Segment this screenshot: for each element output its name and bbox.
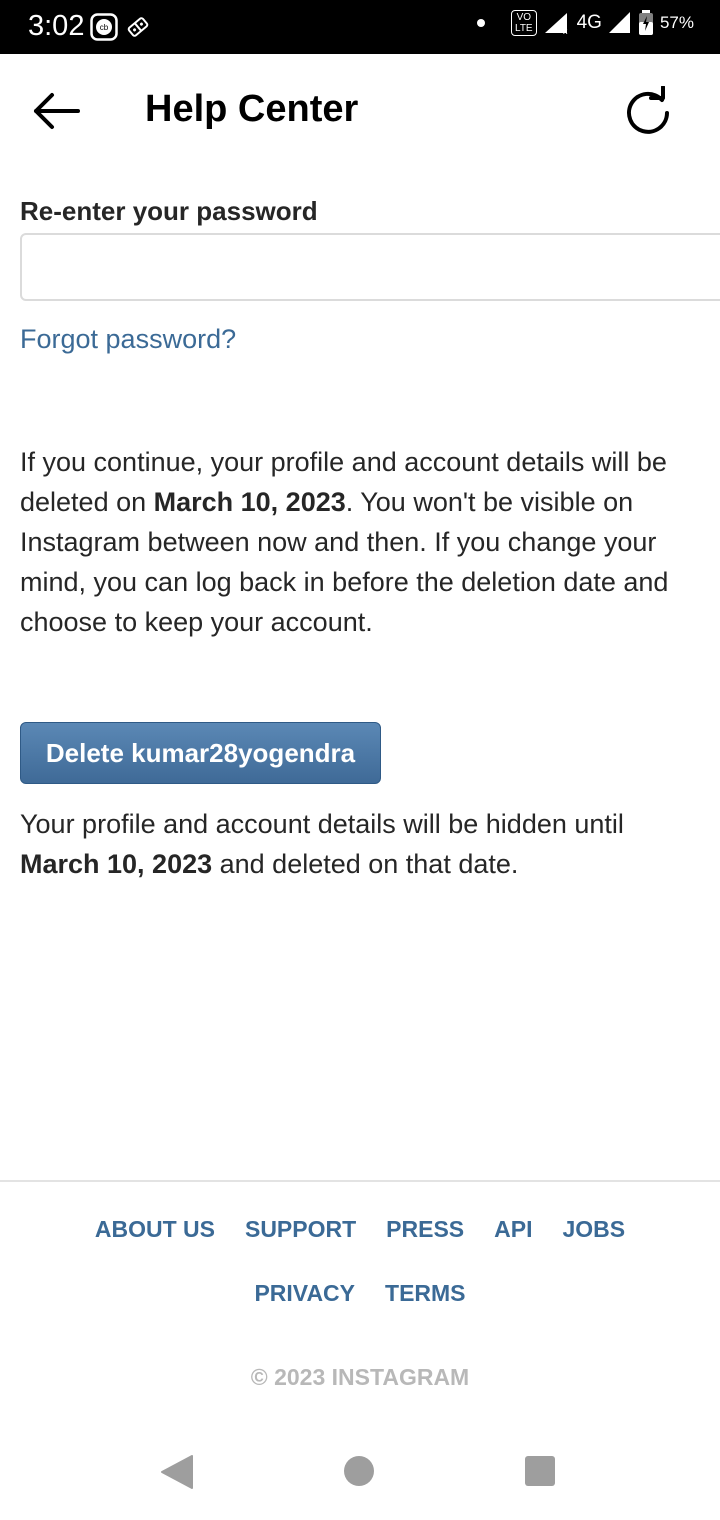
footer-link-terms[interactable]: TERMS [385, 1280, 466, 1307]
footer-links-row: PRIVACY TERMS [0, 1280, 720, 1307]
nav-recents-icon[interactable] [525, 1456, 555, 1486]
nav-back-icon[interactable] [160, 1454, 194, 1490]
hidden-until-text-part: Your profile and account details will be… [20, 809, 624, 839]
volte-icon: VO LTE [511, 10, 537, 36]
notification-dot-icon [477, 19, 485, 27]
forgot-password-link[interactable]: Forgot password? [20, 324, 236, 355]
signal-2-icon [608, 12, 630, 33]
network-type: 4G [576, 12, 602, 33]
refresh-icon [627, 85, 669, 134]
back-button[interactable] [30, 88, 82, 134]
status-right: VO LTE x 4G 57% [477, 10, 694, 36]
footer-link-jobs[interactable]: JOBS [563, 1216, 626, 1243]
dominos-notification-icon [127, 17, 149, 37]
footer-link-api[interactable]: API [494, 1216, 532, 1243]
nav-home-icon[interactable] [344, 1456, 374, 1486]
footer-link-press[interactable]: PRESS [386, 1216, 464, 1243]
password-label: Re-enter your password [20, 196, 318, 226]
hidden-until-text-part: and deleted on that date. [212, 849, 519, 879]
footer-link-privacy[interactable]: PRIVACY [254, 1280, 355, 1307]
footer-links-row: ABOUT US SUPPORT PRESS API JOBS [0, 1216, 720, 1243]
copyright-text: © 2023 INSTAGRAM [250, 1364, 470, 1390]
status-bar: 3:02 cb VO LTE x 4G 57% [0, 0, 720, 54]
footer-link-support[interactable]: SUPPORT [245, 1216, 356, 1243]
deletion-info-text: If you continue, your profile and accoun… [20, 442, 710, 642]
hidden-until-date: March 10, 2023 [20, 849, 213, 879]
hidden-until-text: Your profile and account details will be… [20, 804, 710, 884]
cricbuzz-notification-icon: cb [90, 13, 118, 41]
deletion-date: March 10, 2023 [153, 487, 346, 517]
back-arrow-icon [34, 93, 80, 129]
status-time: 3:02 [28, 10, 85, 42]
svg-text:cb: cb [100, 23, 109, 32]
footer-divider [0, 1180, 720, 1182]
battery-icon [638, 10, 653, 35]
header: Help Center [0, 54, 720, 166]
refresh-button[interactable] [622, 85, 674, 138]
password-input[interactable] [20, 233, 720, 301]
footer-link-about-us[interactable]: ABOUT US [95, 1216, 215, 1243]
notification-icons: cb [90, 13, 152, 41]
battery-percent: 57% [659, 13, 694, 32]
delete-account-button[interactable]: Delete kumar28yogendra [20, 722, 381, 784]
signal-icon: x [544, 13, 568, 35]
svg-text:x: x [563, 26, 568, 35]
system-navigation-bar [0, 1420, 720, 1520]
page-title: Help Center [145, 88, 359, 130]
